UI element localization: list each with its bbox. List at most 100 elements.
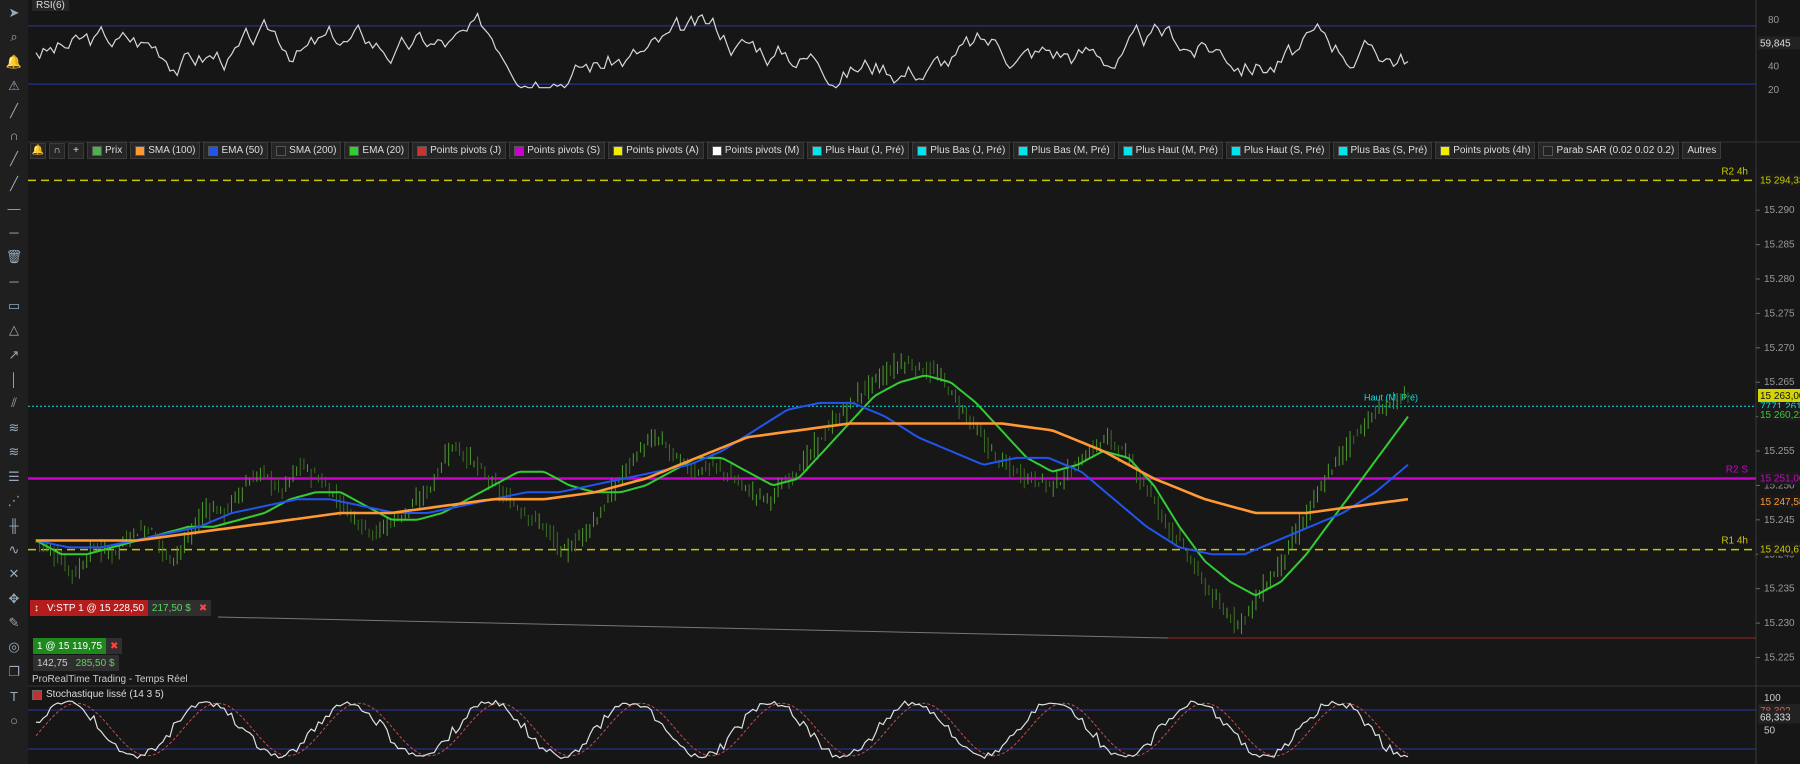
legend-item[interactable]: Plus Bas (S, Pré): [1332, 142, 1433, 159]
y-tick-label: 15.275: [1764, 308, 1795, 319]
legend-label: Plus Haut (M, Pré): [1135, 145, 1218, 156]
legend-label: EMA (20): [362, 145, 405, 156]
trend-line-icon[interactable]: ╱: [4, 175, 24, 193]
line-icon[interactable]: ╱: [4, 102, 24, 120]
legend-item[interactable]: Prix: [87, 142, 128, 159]
rsi-tick-label: 40: [1768, 62, 1780, 73]
magnet-icon[interactable]: ∩: [4, 126, 24, 144]
legend-item[interactable]: Plus Haut (S, Pré): [1225, 142, 1330, 159]
legend-swatch-icon: [812, 145, 823, 156]
position-tag[interactable]: 1 @ 15 119,75 ✖: [33, 638, 123, 654]
rsi-panel: [28, 0, 1800, 142]
legend-item[interactable]: SMA (100): [130, 142, 201, 159]
legend-item[interactable]: Points pivots (S): [509, 142, 606, 159]
cursor-icon[interactable]: ➤: [4, 4, 24, 22]
legend-label: SMA (200): [289, 145, 337, 156]
axis-value-label: 15 247,58: [1760, 497, 1800, 508]
legend-swatch-icon: [1440, 145, 1451, 156]
legend-swatch-icon: [276, 145, 287, 156]
legend-label: EMA (50): [221, 145, 264, 156]
legend-item[interactable]: Parab SAR (0.02 0.02 0.2): [1538, 142, 1680, 159]
legend-label: Plus Bas (J, Pré): [930, 145, 1006, 156]
legend-item[interactable]: Autres: [1682, 142, 1722, 159]
circle-icon[interactable]: ○: [4, 712, 24, 730]
legend-swatch-icon: [349, 145, 360, 156]
legend-label: Autres: [1687, 145, 1717, 156]
legend-item[interactable]: Points pivots (4h): [1435, 142, 1536, 159]
stoch-tick-label: 50: [1764, 726, 1776, 737]
legend-label: Points pivots (A): [626, 145, 699, 156]
stop-order-tag[interactable]: ↕ V:STP 1 @ 15 228,50 217,50 $ ✖: [30, 600, 212, 616]
legend-item[interactable]: Plus Bas (M, Pré): [1013, 142, 1115, 159]
copy-icon[interactable]: ❐: [4, 663, 24, 681]
legend-label: Points pivots (S): [527, 145, 601, 156]
close-position-icon[interactable]: ✖: [106, 638, 123, 654]
legend-item[interactable]: Points pivots (A): [608, 142, 704, 159]
price-panel: [28, 142, 1800, 687]
magnet-small-icon[interactable]: ∩: [49, 142, 65, 159]
legend-label: Plus Bas (M, Pré): [1031, 145, 1110, 156]
hline-label: R1 4h: [1721, 536, 1748, 547]
legend-label: Parab SAR (0.02 0.02 0.2): [1556, 145, 1675, 156]
red-hline-icon[interactable]: ─: [4, 272, 24, 290]
legend-item[interactable]: Plus Haut (M, Pré): [1117, 142, 1223, 159]
legend-label: Points pivots (J): [430, 145, 502, 156]
vline-icon[interactable]: │: [4, 370, 24, 388]
pen-icon[interactable]: ✎: [4, 614, 24, 632]
bell-icon[interactable]: 🔔: [4, 53, 24, 71]
wave-icon[interactable]: ∿: [4, 541, 24, 559]
legend-item[interactable]: SMA (200): [271, 142, 342, 159]
legend-label: Plus Bas (S, Pré): [1350, 145, 1428, 156]
alarm-icon[interactable]: 🔔: [30, 142, 46, 159]
green-line-icon[interactable]: —: [4, 199, 24, 217]
rsi-tick-label: 20: [1768, 85, 1780, 96]
legend-label: SMA (100): [148, 145, 196, 156]
position-label: 1 @ 15 119,75: [33, 638, 107, 654]
y-tick-label: 15.285: [1764, 240, 1795, 251]
channel-icon[interactable]: ⫽: [4, 394, 24, 412]
legend-swatch-icon: [1543, 145, 1554, 156]
legend-item[interactable]: EMA (50): [203, 142, 269, 159]
order-drag-icon[interactable]: ↕: [30, 600, 43, 616]
legend-item[interactable]: Plus Bas (J, Pré): [912, 142, 1011, 159]
legend-swatch-icon: [514, 145, 525, 156]
y-tick-label: 15.290: [1764, 205, 1795, 216]
legend-item[interactable]: Points pivots (M): [706, 142, 805, 159]
hline-icon[interactable]: ─: [4, 224, 24, 242]
fibonacci-icon[interactable]: ≋: [4, 419, 24, 437]
fib-retracement-icon[interactable]: ☰: [4, 468, 24, 486]
close-order-icon[interactable]: ✖: [194, 600, 212, 616]
red-line-icon[interactable]: ╱: [4, 150, 24, 168]
move-icon[interactable]: ✥: [4, 590, 24, 608]
position-pl-tag: 142,75 285,50 $: [33, 655, 119, 671]
legend-item[interactable]: EMA (20): [344, 142, 410, 159]
gann-icon[interactable]: ⋰: [4, 492, 24, 510]
stoch-tick-label: 100: [1764, 693, 1781, 704]
stochastic-swatch-icon: [32, 689, 42, 700]
legend-swatch-icon: [1018, 145, 1029, 156]
alert-icon[interactable]: ⚠: [4, 77, 24, 95]
triangle-icon[interactable]: △: [4, 321, 24, 339]
fib-fan-icon[interactable]: ≋: [4, 443, 24, 461]
stoch-value-label: 68,333: [1760, 713, 1791, 724]
spiral-icon[interactable]: ◎: [4, 638, 24, 656]
legend-label: Prix: [105, 145, 123, 156]
y-tick-label: 15.225: [1764, 652, 1795, 663]
legend-label: Points pivots (M): [724, 145, 800, 156]
legend-swatch-icon: [1122, 145, 1133, 156]
arrow-icon[interactable]: ↗: [4, 346, 24, 364]
legend-item[interactable]: Points pivots (J): [412, 142, 507, 159]
trash-icon[interactable]: 🗑: [4, 248, 24, 266]
tools-icon[interactable]: ✕: [4, 565, 24, 583]
rectangle-icon[interactable]: ▭: [4, 297, 24, 315]
y-tick-label: 15.230: [1764, 618, 1795, 629]
magnifier-icon[interactable]: ⌕: [4, 28, 24, 46]
text-icon[interactable]: T: [4, 687, 24, 705]
hline-label: Haut (M, Pré): [1364, 392, 1418, 402]
legend-item[interactable]: Plus Haut (J, Pré): [807, 142, 910, 159]
fib-time-icon[interactable]: ╫: [4, 516, 24, 534]
add-indicator-icon[interactable]: +: [68, 142, 84, 159]
legend-swatch-icon: [417, 145, 428, 156]
rsi-value-label: 59,845: [1760, 39, 1791, 50]
legend-swatch-icon: [92, 145, 102, 156]
